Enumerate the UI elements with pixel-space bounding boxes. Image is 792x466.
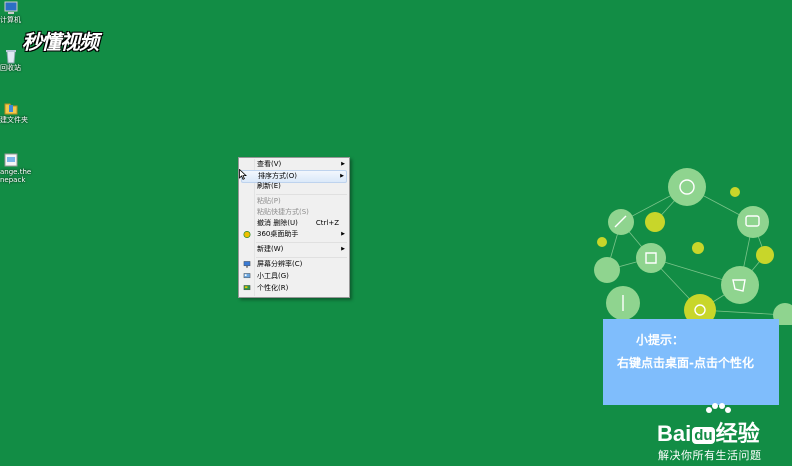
gadgets-icon <box>243 273 251 279</box>
menu-separator <box>256 194 347 195</box>
desktop-context-menu: 查看(V) ▶ 排序方式(O) ▶ 刷新(E) 粘贴(P) 粘贴快捷方式(S) … <box>238 157 350 298</box>
personalize-icon <box>243 285 251 291</box>
menu-item-refresh[interactable]: 刷新(E) <box>241 181 347 192</box>
recycle-bin-icon <box>6 50 16 64</box>
menu-item-label: 360桌面助手 <box>257 230 299 238</box>
submenu-arrow-icon: ▶ <box>341 246 345 252</box>
menu-item-label: 屏幕分辨率(C) <box>257 260 303 268</box>
desktop-icon-theme-file[interactable]: ange.the nepack <box>0 152 40 184</box>
desktop-icon-label: 计算机 <box>0 16 21 24</box>
submenu-arrow-icon: ▶ <box>341 231 345 237</box>
decorative-bubbles-graphic <box>594 168 792 325</box>
menu-item-label: 新建(W) <box>257 245 284 253</box>
video-watermark-logo: 秒懂视频 <box>22 30 99 54</box>
menu-item-personalize[interactable]: 个性化(R) <box>241 283 347 294</box>
tip-title: 小提示： <box>636 333 685 347</box>
baidu-slogan: 解决你所有生活问题 <box>658 449 762 462</box>
menu-item-label: 粘贴快捷方式(S) <box>257 208 309 216</box>
logo-text-suffix: 经验 <box>715 421 760 446</box>
monitor-icon <box>243 261 251 268</box>
tip-text: 右键点击桌面-点击个性化 <box>617 356 754 370</box>
menu-item-label: 撤消 删除(U) <box>257 219 298 227</box>
menu-item-screen-resolution[interactable]: 屏幕分辨率(C) <box>241 259 347 270</box>
menu-item-label: 刷新(E) <box>257 182 281 190</box>
menu-item-paste[interactable]: 粘贴(P) <box>241 196 347 207</box>
menu-item-gadgets[interactable]: 小工具(G) <box>241 271 347 282</box>
desktop-icon-new-folder[interactable]: 建文件夹 <box>0 100 40 124</box>
desktop-icon-label: ange.the nepack <box>0 168 32 184</box>
baidu-jingyan-logo: Bai du 经验 <box>657 416 760 448</box>
theme-file-icon <box>4 153 18 167</box>
menu-item-label: 粘贴(P) <box>257 197 281 205</box>
desktop-icon-label: 回收站 <box>0 64 21 72</box>
logo-text-prefix: Bai <box>657 421 692 446</box>
menu-item-view[interactable]: 查看(V) ▶ <box>241 159 347 170</box>
menu-item-shortcut: Ctrl+Z <box>315 219 339 227</box>
menu-item-paste-shortcut[interactable]: 粘贴快捷方式(S) <box>241 207 347 218</box>
computer-icon <box>4 1 18 14</box>
tip-box: 小提示： 右键点击桌面-点击个性化 <box>603 319 779 405</box>
menu-item-label: 小工具(G) <box>257 272 289 280</box>
menu-item-label: 个性化(R) <box>257 284 289 292</box>
mouse-cursor-icon <box>239 169 247 180</box>
360-icon <box>243 231 251 238</box>
logo-text-du: du <box>692 426 715 444</box>
desktop-icon-label: 建文件夹 <box>0 116 28 124</box>
menu-item-undo-delete[interactable]: 撤消 删除(U) Ctrl+Z <box>241 218 347 229</box>
menu-separator <box>256 242 347 243</box>
menu-separator <box>256 257 347 258</box>
menu-item-new[interactable]: 新建(W) ▶ <box>241 244 347 255</box>
desktop-icon-computer[interactable]: 计算机 <box>0 0 40 24</box>
submenu-arrow-icon: ▶ <box>341 161 345 167</box>
menu-item-label: 查看(V) <box>257 160 282 168</box>
menu-item-360-desktop-assistant[interactable]: 360桌面助手 ▶ <box>241 229 347 240</box>
folder-icon <box>4 103 18 115</box>
